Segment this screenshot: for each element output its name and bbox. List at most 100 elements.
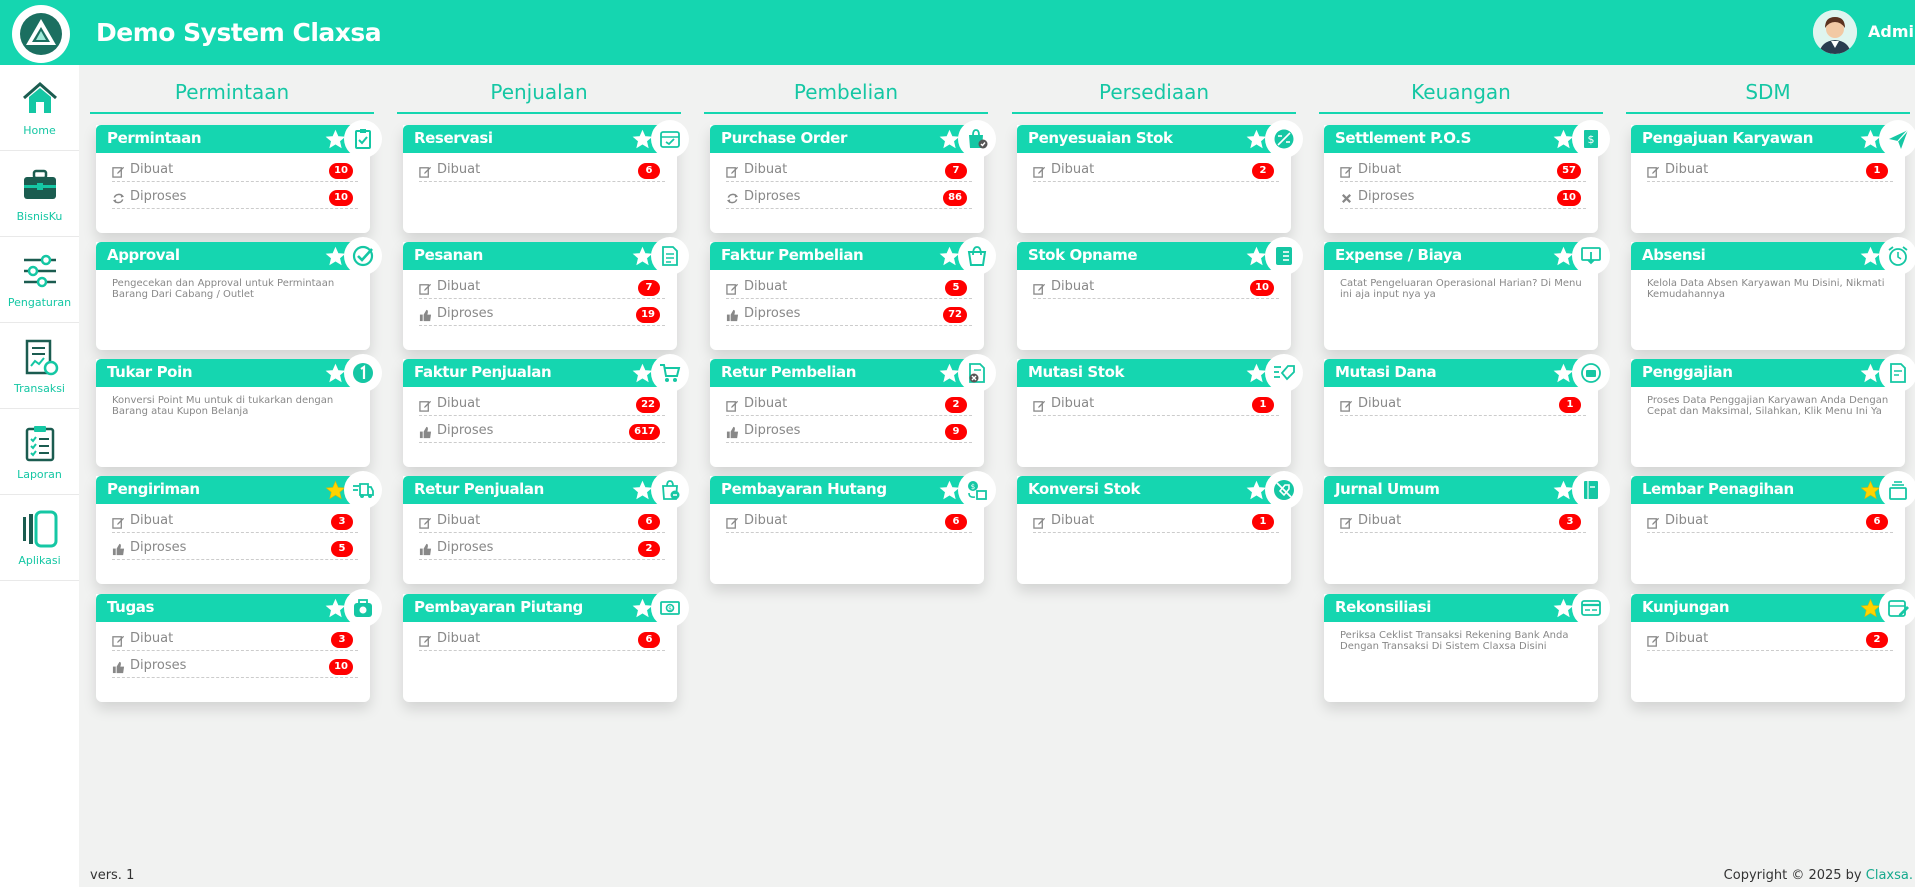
- favorite-star-icon[interactable]: [325, 598, 346, 619]
- card-title[interactable]: Retur Penjualan: [414, 480, 544, 498]
- card-title[interactable]: Pengajuan Karyawan: [1642, 129, 1813, 147]
- card-title[interactable]: Konversi Stok: [1028, 480, 1140, 498]
- card-title[interactable]: Approval: [107, 246, 180, 264]
- card-title[interactable]: Pengiriman: [107, 480, 200, 498]
- favorite-star-icon[interactable]: [1860, 246, 1881, 267]
- card-header[interactable]: Stok Opname: [1017, 237, 1303, 275]
- favorite-star-icon[interactable]: [1246, 480, 1267, 501]
- status-row-diproses[interactable]: Diproses 5: [112, 536, 358, 560]
- status-row-dibuat[interactable]: Dibuat 2: [1033, 158, 1279, 182]
- status-row-diproses[interactable]: Diproses 10: [112, 185, 358, 209]
- favorite-star-icon[interactable]: [1246, 246, 1267, 267]
- card-header[interactable]: Pesanan: [403, 237, 689, 275]
- card-title[interactable]: Faktur Penjualan: [414, 363, 552, 381]
- status-row-dibuat[interactable]: Dibuat 2: [726, 392, 972, 416]
- sidebar-item-aplikasi[interactable]: Aplikasi: [0, 495, 79, 581]
- favorite-star-icon[interactable]: [1860, 363, 1881, 384]
- card-header[interactable]: Pengiriman: [96, 471, 382, 509]
- status-row-dibuat[interactable]: Dibuat 22: [419, 392, 665, 416]
- card-title[interactable]: Rekonsiliasi: [1335, 598, 1431, 616]
- card-title[interactable]: Jurnal Umum: [1335, 480, 1440, 498]
- favorite-star-icon[interactable]: [632, 480, 653, 501]
- favorite-star-icon[interactable]: [939, 480, 960, 501]
- card-header[interactable]: Kunjungan: [1631, 589, 1915, 627]
- status-row-dibuat[interactable]: Dibuat 10: [1033, 275, 1279, 299]
- status-row-dibuat[interactable]: Dibuat 7: [419, 275, 665, 299]
- card-title[interactable]: Tugas: [107, 598, 154, 616]
- card-title[interactable]: Lembar Penagihan: [1642, 480, 1794, 498]
- card-title[interactable]: Purchase Order: [721, 129, 847, 147]
- favorite-star-icon[interactable]: [632, 129, 653, 150]
- status-row-dibuat[interactable]: Dibuat 6: [419, 627, 665, 651]
- card-header[interactable]: Permintaan: [96, 120, 382, 158]
- sidebar-item-home[interactable]: Home: [0, 65, 79, 151]
- card-title[interactable]: Pesanan: [414, 246, 483, 264]
- card-header[interactable]: Lembar Penagihan: [1631, 471, 1915, 509]
- status-row-dibuat[interactable]: Dibuat 1: [1033, 509, 1279, 533]
- sidebar-item-transaksi[interactable]: Transaksi: [0, 323, 79, 409]
- favorite-star-icon[interactable]: [632, 363, 653, 384]
- favorite-star-icon[interactable]: [325, 246, 346, 267]
- status-row-diproses[interactable]: Diproses 10: [1340, 185, 1586, 209]
- card-title[interactable]: Pembayaran Piutang: [414, 598, 583, 616]
- card-header[interactable]: Settlement P.O.S $: [1324, 120, 1610, 158]
- card-title[interactable]: Penggajian: [1642, 363, 1733, 381]
- status-row-dibuat[interactable]: Dibuat 3: [112, 509, 358, 533]
- card-title[interactable]: Permintaan: [107, 129, 202, 147]
- status-row-diproses[interactable]: Diproses 86: [726, 185, 972, 209]
- card-header[interactable]: Faktur Pembelian: [710, 237, 996, 275]
- favorite-star-icon[interactable]: [325, 363, 346, 384]
- card-header[interactable]: Tukar Poin: [96, 354, 382, 392]
- card-header[interactable]: Tugas: [96, 589, 382, 627]
- card-title[interactable]: Mutasi Dana: [1335, 363, 1437, 381]
- card-title[interactable]: Reservasi: [414, 129, 493, 147]
- card-header[interactable]: Pembayaran Hutang $: [710, 471, 996, 509]
- favorite-star-icon[interactable]: [1860, 598, 1881, 619]
- user-name[interactable]: Admin: [1868, 22, 1915, 41]
- card-header[interactable]: Jurnal Umum: [1324, 471, 1610, 509]
- brand-link[interactable]: Claxsa.: [1866, 868, 1913, 883]
- card-header[interactable]: Mutasi Dana: [1324, 354, 1610, 392]
- card-title[interactable]: Penyesuaian Stok: [1028, 129, 1173, 147]
- status-row-diproses[interactable]: Diproses 72: [726, 302, 972, 326]
- status-row-diproses[interactable]: Diproses 617: [419, 419, 665, 443]
- card-header[interactable]: Pengajuan Karyawan: [1631, 120, 1915, 158]
- status-row-diproses[interactable]: Diproses 2: [419, 536, 665, 560]
- card-title[interactable]: Pembayaran Hutang: [721, 480, 887, 498]
- card-title[interactable]: Stok Opname: [1028, 246, 1138, 264]
- status-row-dibuat[interactable]: Dibuat 6: [419, 509, 665, 533]
- favorite-star-icon[interactable]: [1553, 246, 1574, 267]
- status-row-dibuat[interactable]: Dibuat 6: [1647, 509, 1893, 533]
- card-header[interactable]: Mutasi Stok: [1017, 354, 1303, 392]
- favorite-star-icon[interactable]: [1553, 480, 1574, 501]
- logo[interactable]: [12, 5, 70, 63]
- favorite-star-icon[interactable]: [939, 363, 960, 384]
- card-header[interactable]: Retur Penjualan: [403, 471, 689, 509]
- status-row-dibuat[interactable]: Dibuat 1: [1033, 392, 1279, 416]
- sidebar-item-bisnisku[interactable]: BisnisKu: [0, 151, 79, 237]
- status-row-dibuat[interactable]: Dibuat 57: [1340, 158, 1586, 182]
- card-header[interactable]: Penggajian: [1631, 354, 1915, 392]
- card-title[interactable]: Faktur Pembelian: [721, 246, 864, 264]
- favorite-star-icon[interactable]: [325, 129, 346, 150]
- card-header[interactable]: Rekonsiliasi: [1324, 589, 1610, 627]
- card-header[interactable]: Approval: [96, 237, 382, 275]
- favorite-star-icon[interactable]: [939, 246, 960, 267]
- card-title[interactable]: Mutasi Stok: [1028, 363, 1124, 381]
- status-row-dibuat[interactable]: Dibuat 3: [1340, 509, 1586, 533]
- favorite-star-icon[interactable]: [1860, 480, 1881, 501]
- card-title[interactable]: Retur Pembelian: [721, 363, 856, 381]
- favorite-star-icon[interactable]: [632, 246, 653, 267]
- card-title[interactable]: Absensi: [1642, 246, 1706, 264]
- favorite-star-icon[interactable]: [939, 129, 960, 150]
- card-title[interactable]: Tukar Poin: [107, 363, 193, 381]
- sidebar-item-laporan[interactable]: Laporan: [0, 409, 79, 495]
- avatar[interactable]: [1813, 10, 1857, 54]
- status-row-diproses[interactable]: Diproses 9: [726, 419, 972, 443]
- status-row-diproses[interactable]: Diproses 19: [419, 302, 665, 326]
- favorite-star-icon[interactable]: [632, 598, 653, 619]
- status-row-dibuat[interactable]: Dibuat 3: [112, 627, 358, 651]
- status-row-dibuat[interactable]: Dibuat 1: [1647, 158, 1893, 182]
- card-title[interactable]: Settlement P.O.S: [1335, 129, 1471, 147]
- sidebar-item-pengaturan[interactable]: Pengaturan: [0, 237, 79, 323]
